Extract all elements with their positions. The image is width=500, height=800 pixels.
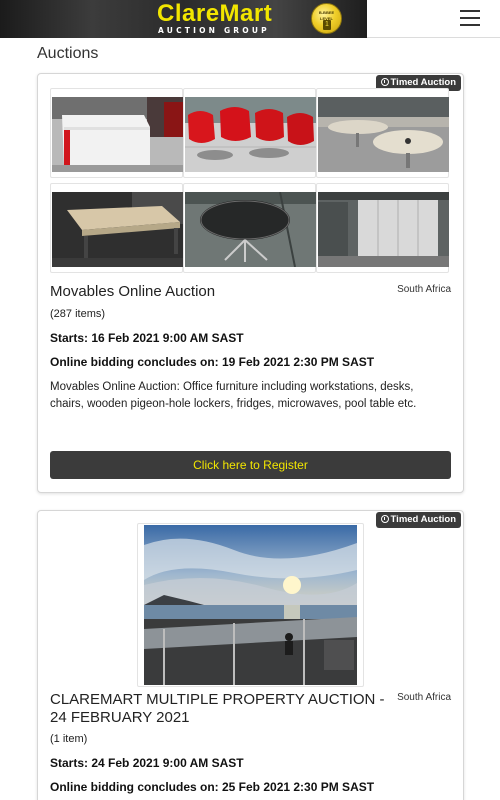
gallery-thumb-office-desk[interactable] [50,183,183,273]
auction-description: Movables Online Auction: Office furnitur… [50,381,417,410]
auction-title[interactable]: Movables Online Auction [50,283,215,300]
auction-title[interactable]: CLAREMART MULTIPLE PROPERTY AUCTION - 24… [50,691,385,727]
brand-subtitle: AUCTION GROUP [158,26,270,35]
auction-end-date: Online bidding concludes on: 25 Feb 2021… [50,780,375,794]
gallery-thumb-lockers[interactable] [316,183,449,273]
brand-name: ClareMart [157,0,273,27]
top-navbar: ClareMart AUCTION GROUP B-BBEE LEVEL 1 [0,0,500,38]
auction-start-date: Starts: 16 Feb 2021 9:00 AM SAST [50,331,244,345]
auction-start-date: Starts: 24 Feb 2021 9:00 AM SAST [50,756,244,770]
timed-auction-badge: Timed Auction [375,512,461,528]
auction-property-photo[interactable] [137,523,364,687]
auction-card: Timed Auction [37,73,464,493]
brand-logo[interactable]: ClareMart AUCTION GROUP B-BBEE LEVEL 1 [0,0,367,38]
auction-end-date: Online bidding concludes on: 19 Feb 2021… [50,355,375,369]
clock-icon [380,78,389,86]
page-title: Auctions [37,45,99,62]
auction-item-count: (287 items) [50,308,106,320]
auction-country: South Africa [397,284,451,295]
auction-card: Timed Auction [37,510,464,800]
hamburger-menu-icon[interactable] [460,10,480,26]
auction-country: South Africa [397,692,451,703]
gallery-thumb-red-chairs[interactable] [183,88,316,178]
auction-item-count: (1 item) [50,733,88,745]
gallery-thumb-glass-table[interactable] [183,183,316,273]
register-button[interactable]: Click here to Register [50,451,451,479]
clock-icon [380,515,389,523]
gallery-thumb-round-tables[interactable] [316,88,449,178]
auction-image-gallery [50,88,451,276]
bbbee-seal-icon: B-BBEE LEVEL 1 [311,3,342,34]
gallery-thumb-reception-desk[interactable] [50,88,183,178]
